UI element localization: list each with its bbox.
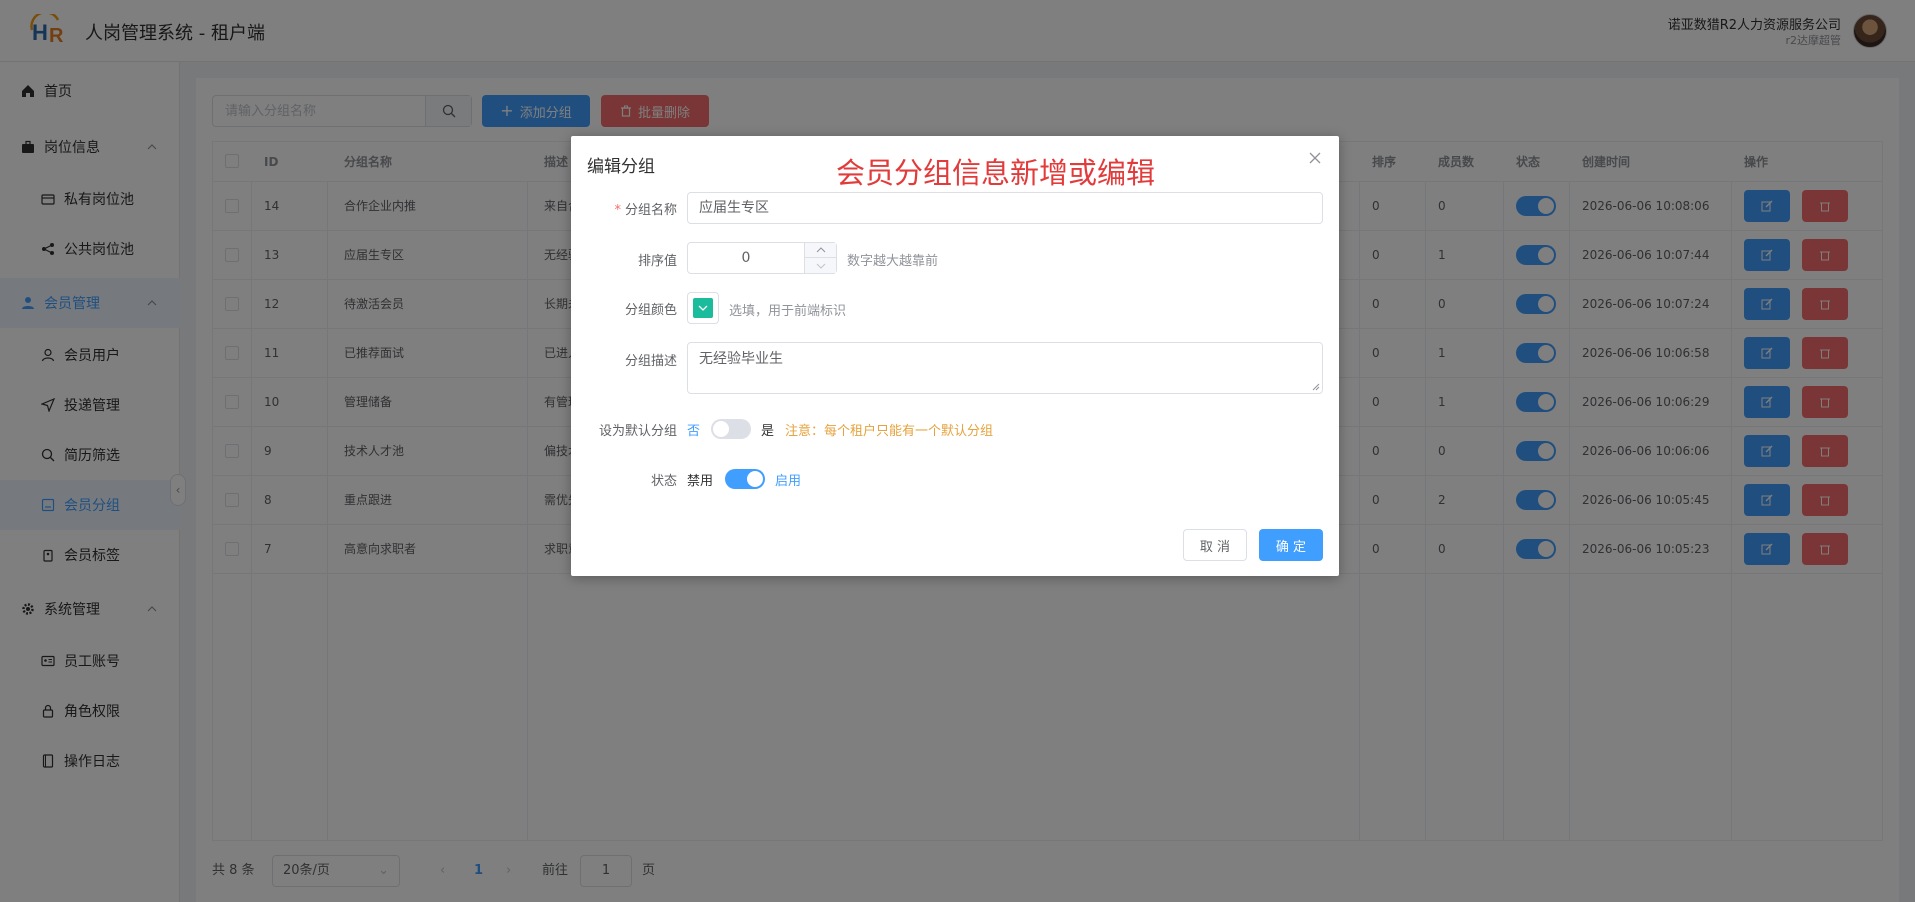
group-name-label-text: 分组名称 [624, 203, 677, 218]
chevron-up-icon [816, 247, 826, 253]
dialog-title: 编辑分组 [587, 157, 655, 177]
sort-hint: 数字越大越靠前 [847, 254, 939, 269]
default-group-toggle[interactable] [711, 419, 751, 439]
color-picker[interactable] [687, 292, 719, 324]
decrement-button[interactable] [805, 258, 837, 273]
increment-button[interactable] [805, 243, 837, 258]
color-label: 分组颜色 [624, 303, 677, 318]
chevron-down-icon [698, 305, 708, 311]
desc-value: 无经验毕业生 [699, 351, 783, 367]
default-off-label[interactable]: 否 [687, 420, 700, 439]
sort-stepper[interactable]: 0 [687, 242, 837, 274]
status-toggle[interactable] [725, 469, 765, 489]
chevron-down-icon [816, 263, 826, 269]
color-swatch [693, 298, 713, 318]
sort-value[interactable]: 0 [688, 243, 804, 273]
cancel-button[interactable]: 取 消 [1183, 529, 1247, 561]
group-name-label: * 分组名称 [571, 199, 677, 218]
sort-label: 排序值 [637, 254, 677, 269]
status-on-label[interactable]: 启用 [775, 470, 801, 489]
group-name-field[interactable]: 应届生专区 [687, 192, 1323, 224]
close-icon[interactable] [1307, 150, 1323, 166]
desc-label: 分组描述 [624, 354, 677, 369]
color-hint: 选填，用于前端标识 [729, 304, 847, 319]
desc-textarea[interactable]: 无经验毕业生 [687, 342, 1323, 394]
default-on-label[interactable]: 是 [761, 420, 774, 439]
confirm-button[interactable]: 确 定 [1259, 529, 1323, 561]
default-group-label: 设为默认分组 [598, 424, 677, 439]
default-group-note: 注意：每个租户只能有一个默认分组 [785, 424, 994, 439]
status-off-label[interactable]: 禁用 [687, 470, 713, 489]
status-label: 状态 [650, 474, 677, 489]
dialog-banner: 会员分组信息新增或编辑 [836, 156, 1156, 190]
stepper-controls [804, 243, 837, 273]
edit-group-dialog: 编辑分组 会员分组信息新增或编辑 * 分组名称 应届生专区 排序值 0 数字越大越… [571, 136, 1339, 576]
resize-grip-icon[interactable] [1312, 383, 1320, 391]
required-mark: * [614, 203, 621, 218]
